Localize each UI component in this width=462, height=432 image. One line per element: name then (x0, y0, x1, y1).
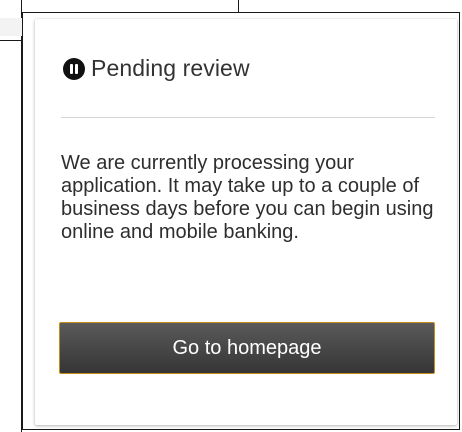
card-header: Pending review (63, 55, 250, 82)
status-message: We are currently processing your applica… (61, 152, 434, 243)
background-window-left (0, 0, 22, 432)
pending-review-card: Pending review We are currently processi… (35, 19, 457, 425)
background-window-strip (0, 18, 22, 36)
pause-bar-right (75, 63, 78, 74)
dialog-window: Pending review We are currently processi… (22, 12, 460, 430)
card-title: Pending review (91, 55, 250, 81)
pause-bar-left (70, 63, 73, 74)
go-to-homepage-button[interactable]: Go to homepage (59, 322, 435, 374)
header-divider (61, 117, 435, 118)
background-window-edge (0, 40, 22, 41)
pause-circle-icon (63, 57, 85, 80)
